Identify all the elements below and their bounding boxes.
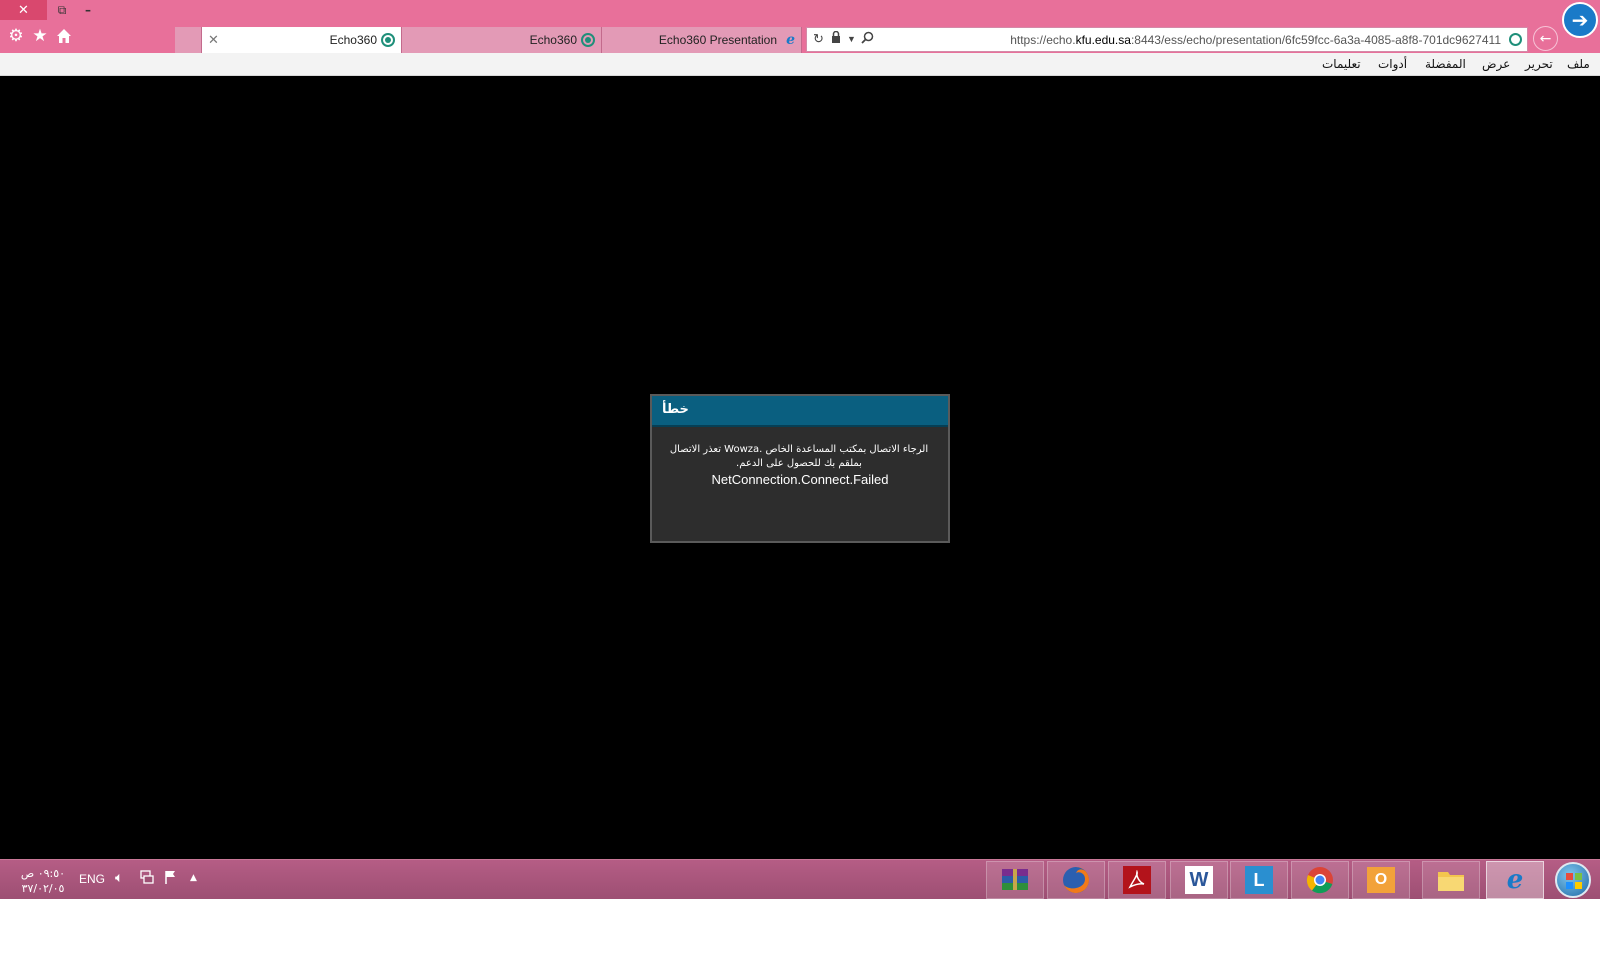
taskbar-chrome[interactable] [1291,861,1349,899]
home-icon[interactable] [54,26,74,46]
volume-icon[interactable]: 🔈︎ [115,870,123,886]
system-clock[interactable]: ٠٩:٥٠ ص ٣٧/٠٢/٠٥ [18,866,68,896]
outlook-icon: O [1367,867,1395,893]
internet-explorer-icon: e [1506,865,1524,895]
tab-echo360-active[interactable]: ✕ Echo360 [202,27,402,53]
winrar-icon [1000,865,1030,895]
window-restore-button[interactable]: ⧉ [50,0,74,20]
clock-date: ٣٧/٠٢/٠٥ [21,882,65,895]
taskbar-outlook[interactable]: O [1352,861,1410,899]
error-dialog: خطأ الرجاء الاتصال بمكتب المساعدة الخاص … [650,394,950,543]
address-url[interactable]: https://echo.kfu.edu.sa:8443/ess/echo/pr… [1010,33,1501,47]
echo360-icon [1509,33,1522,46]
echo360-icon [581,33,595,47]
tab-echo360-presentation[interactable]: Echo360 Presentation e [602,27,802,53]
refresh-icon[interactable]: ↻ [813,31,824,47]
firefox-icon [1061,865,1091,895]
star-icon[interactable]: ★ [30,26,50,46]
menu-help[interactable]: تعليمات [1322,57,1361,71]
taskbar-internet-explorer[interactable]: e [1486,861,1544,899]
menu-bar: ملف تحرير عرض المفضلة أدوات تعليمات [0,53,1600,76]
tab-echo360[interactable]: Echo360 [402,27,602,53]
taskbar-word[interactable]: W [1170,861,1228,899]
error-code: NetConnection.Connect.Failed [711,472,889,487]
tab-label: Echo360 [529,33,577,47]
window-close-button[interactable]: ✕ [0,0,47,20]
taskbar-acrobat[interactable] [1108,861,1166,899]
new-tab-button[interactable] [175,27,202,53]
taskbar-file-explorer[interactable] [1422,861,1480,899]
menu-favorites[interactable]: المفضلة [1425,57,1466,71]
address-bar[interactable]: ↻ ▼ https://echo.kfu.edu.sa:8443/ess/ech… [806,27,1528,52]
start-button[interactable] [1555,862,1591,898]
menu-view[interactable]: عرض [1482,57,1510,71]
word-icon: W [1185,866,1213,894]
show-hidden-icons-icon[interactable]: ▲ [190,873,197,883]
search-icon[interactable] [861,31,874,47]
forward-button[interactable]: ➔ [1562,2,1598,38]
dropdown-icon[interactable]: ▼ [847,34,856,44]
browser-toolbar: ⚙ ★ ✕ Echo360 Echo360 Echo360 Presentati… [0,20,1600,53]
error-message: الرجاء الاتصال بمكتب المساعدة الخاص .Wow… [669,444,929,469]
clock-time: ٠٩:٥٠ ص [20,867,66,880]
tab-label: Echo360 Presentation [658,33,777,47]
tab-label: Echo360 [329,33,377,47]
taskbar: ٠٩:٥٠ ص ٣٧/٠٢/٠٥ ENG 🔈︎ ▲ W L O e [0,859,1600,899]
player-area: خطأ الرجاء الاتصال بمكتب المساعدة الخاص … [0,76,1600,859]
language-indicator[interactable]: ENG [79,872,105,886]
window-titlebar: ✕ ⧉ – [0,0,1600,20]
taskbar-winrar[interactable] [986,861,1044,899]
internet-explorer-icon: e [786,32,795,48]
error-dialog-header: خطأ [652,396,948,427]
lock-icon[interactable] [831,30,841,46]
taskbar-lync[interactable]: L [1230,861,1288,899]
acrobat-icon [1123,866,1151,894]
error-dialog-title: خطأ [662,402,689,417]
menu-file[interactable]: ملف [1567,57,1590,71]
back-button[interactable]: ← [1533,26,1558,51]
lync-icon: L [1245,866,1273,894]
chrome-icon [1305,865,1335,895]
tab-close-icon[interactable]: ✕ [208,32,219,48]
folder-icon [1436,865,1466,895]
network-icon[interactable] [140,870,154,888]
taskbar-firefox[interactable] [1047,861,1105,899]
gear-icon[interactable]: ⚙ [6,26,26,46]
menu-tools[interactable]: أدوات [1378,57,1407,71]
action-center-flag-icon[interactable] [164,870,177,888]
window-minimize-button[interactable]: – [76,0,100,20]
echo360-icon [381,33,395,47]
menu-edit[interactable]: تحرير [1525,57,1553,71]
